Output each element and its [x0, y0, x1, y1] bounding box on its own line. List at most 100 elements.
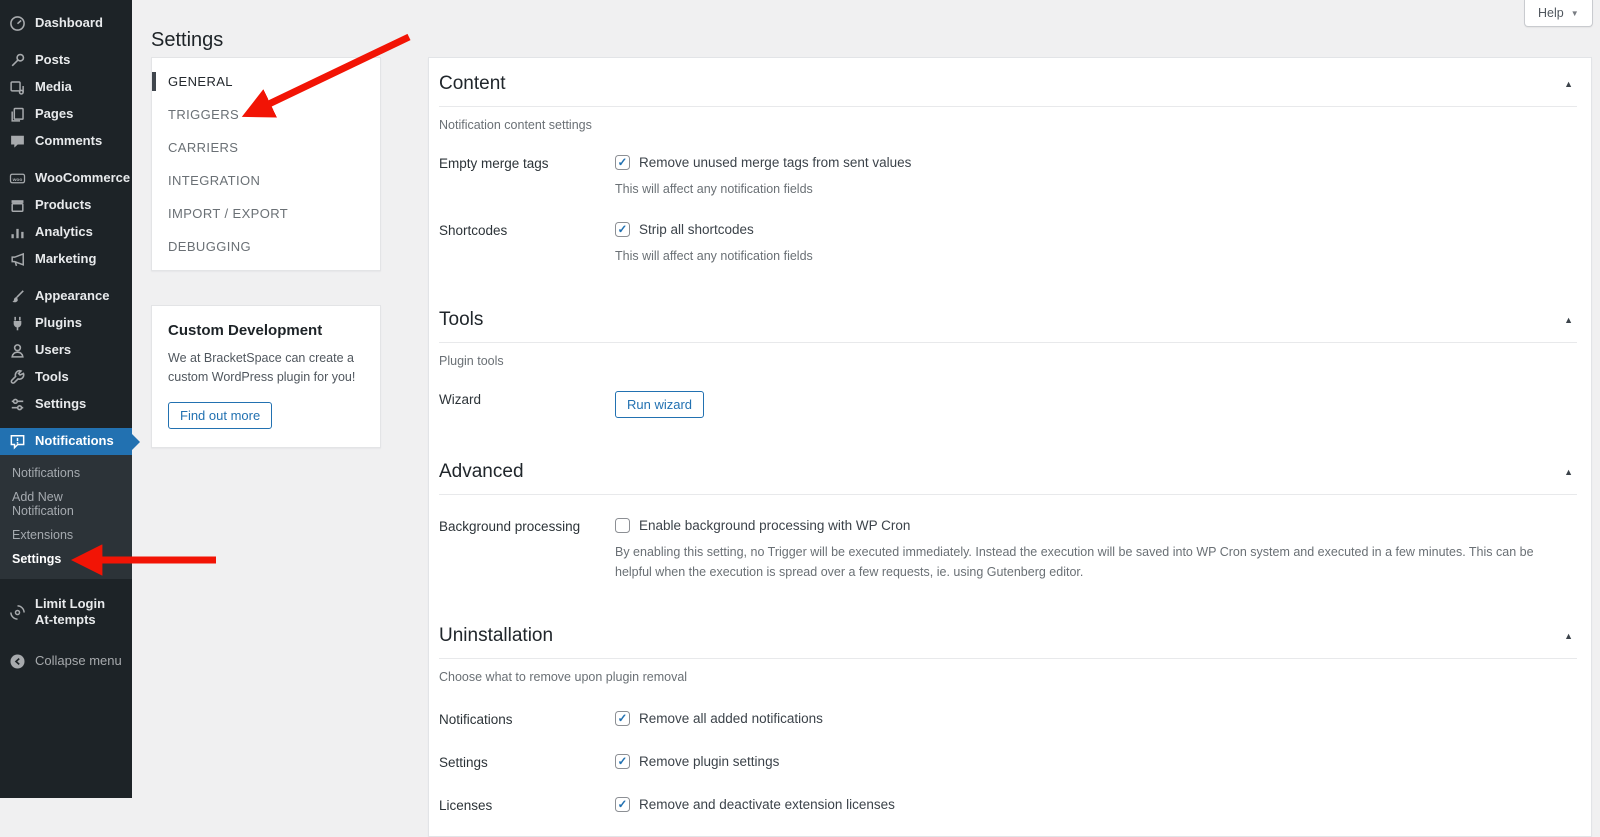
tab-carriers[interactable]: CARRIERS	[152, 131, 380, 164]
tab-debugging[interactable]: DEBUGGING	[152, 230, 380, 263]
svg-text:woo: woo	[12, 178, 23, 183]
sidebar-item-pages[interactable]: Pages	[0, 101, 132, 128]
section-header: Content ▲	[439, 58, 1577, 107]
setting-label: Empty merge tags	[439, 156, 549, 171]
brush-icon	[9, 288, 26, 305]
find-out-more-button[interactable]: Find out more	[168, 401, 273, 429]
submenu-item-extensions[interactable]: Extensions	[0, 523, 132, 547]
tab-import-export[interactable]: IMPORT / EXPORT	[152, 197, 380, 230]
setting-label: Notifications	[439, 712, 513, 727]
promo-title: Custom Development	[168, 322, 323, 339]
sidebar-item-label: Media	[35, 79, 72, 95]
sidebar-item-label: Dashboard	[35, 15, 103, 31]
setting-row-licenses: Licenses Remove and deactivate extension…	[439, 797, 1577, 813]
setting-label: Wizard	[439, 392, 482, 407]
collapse-menu-button[interactable]: Collapse menu	[0, 648, 132, 675]
checkbox-row: Enable background processing with WP Cro…	[615, 518, 1540, 533]
page-title: Settings	[151, 29, 224, 52]
collapse-arrow-icon	[9, 653, 26, 670]
promo-body: We at BracketSpace can create a custom W…	[168, 351, 356, 385]
sidebar-item-label: Analytics	[35, 224, 93, 240]
run-wizard-button[interactable]: Run wizard	[615, 391, 705, 418]
collapse-section-icon[interactable]: ▲	[1564, 79, 1575, 89]
sidebar-item-label: Tools	[35, 369, 69, 385]
comment-icon	[9, 133, 26, 150]
setting-row-notifications: Notifications Remove all added notificat…	[439, 711, 1577, 727]
section-subtitle: Choose what to remove upon plugin remova…	[439, 670, 688, 684]
user-icon	[9, 342, 26, 359]
collapse-section-icon[interactable]: ▲	[1564, 467, 1575, 477]
sidebar-item-products[interactable]: Products	[0, 192, 132, 219]
bar-chart-icon	[9, 224, 26, 241]
checkbox-row: Remove all added notifications	[615, 711, 823, 726]
sidebar-item-dashboard[interactable]: Dashboard	[0, 10, 132, 37]
sidebar-item-marketing[interactable]: Marketing	[0, 246, 132, 273]
checkbox[interactable]	[615, 155, 630, 170]
sidebar-item-analytics[interactable]: Analytics	[0, 219, 132, 246]
checkbox-row: Remove unused merge tags from sent value…	[615, 155, 911, 170]
section-header: Tools ▲	[439, 294, 1577, 343]
section-header: Uninstallation ▲	[439, 610, 1577, 659]
custom-development-card: Custom Development We at BracketSpace ca…	[151, 305, 381, 448]
sidebar-item-appearance[interactable]: Appearance	[0, 283, 132, 310]
submenu-item-add-new-notification[interactable]: Add New Notification	[0, 485, 132, 523]
sliders-icon	[9, 396, 26, 413]
checkbox-label: Enable background processing with WP Cro…	[639, 518, 911, 533]
checkbox[interactable]	[615, 518, 630, 533]
sidebar-item-label: Posts	[35, 52, 71, 68]
checkbox-label: Remove plugin settings	[639, 754, 780, 769]
sidebar-item-label: Products	[35, 197, 92, 213]
sidebar-item-tools[interactable]: Tools	[0, 364, 132, 391]
section-subtitle: Notification content settings	[439, 118, 592, 132]
setting-row-settings: Settings Remove plugin settings	[439, 754, 1577, 770]
checkbox[interactable]	[615, 711, 630, 726]
section-title: Content	[439, 73, 506, 94]
section-header: Advanced ▲	[439, 446, 1577, 495]
collapse-section-icon[interactable]: ▲	[1564, 631, 1575, 641]
sidebar-item-comments[interactable]: Comments	[0, 128, 132, 155]
submenu-item-settings[interactable]: Settings	[0, 547, 132, 571]
media-icon	[9, 79, 26, 96]
section-advanced: Advanced ▲ Background processing Enable …	[439, 446, 1577, 582]
sidebar-item-label: Appearance	[35, 288, 110, 304]
checkbox[interactable]	[615, 797, 630, 812]
help-button[interactable]: Help ▼	[1524, 0, 1593, 27]
collapse-section-icon[interactable]: ▲	[1564, 315, 1575, 325]
checkbox[interactable]	[615, 222, 630, 237]
checkbox-label: Remove unused merge tags from sent value…	[639, 155, 912, 170]
setting-label: Shortcodes	[439, 223, 508, 238]
sidebar-item-settings[interactable]: Settings	[0, 391, 132, 418]
sidebar-item-label: WooCommerce	[35, 170, 131, 186]
sidebar-item-limit-login-attempts[interactable]: Limit Login At-tempts	[0, 591, 132, 634]
sidebar-item-label: Marketing	[35, 251, 97, 267]
checkbox-row: Remove and deactivate extension licenses	[615, 797, 895, 812]
checkbox-row: Remove plugin settings	[615, 754, 779, 769]
section-title: Advanced	[439, 461, 524, 482]
sidebar-item-label: Settings	[35, 396, 87, 412]
section-content: Content ▲ Notification content settings …	[439, 58, 1577, 266]
sidebar-item-media[interactable]: Media	[0, 74, 132, 101]
sidebar-item-label: Limit Login At-tempts	[35, 596, 106, 628]
settings-tabs: GENERAL TRIGGERS CARRIERS INTEGRATION IM…	[151, 57, 381, 271]
section-tools: Tools ▲ Plugin tools Wizard Run wizard	[439, 294, 1577, 418]
tab-integration[interactable]: INTEGRATION	[152, 164, 380, 197]
tab-general[interactable]: GENERAL	[152, 65, 380, 98]
sidebar-item-woocommerce[interactable]: woo WooCommerce	[0, 165, 132, 192]
sidebar-item-plugins[interactable]: Plugins	[0, 310, 132, 337]
helper-text: This will affect any notification fields	[615, 249, 813, 263]
checkbox[interactable]	[615, 754, 630, 769]
pin-icon	[9, 52, 26, 69]
sidebar-item-users[interactable]: Users	[0, 337, 132, 364]
submenu-item-notifications[interactable]: Notifications	[0, 461, 132, 485]
help-label: Help	[1538, 6, 1564, 20]
sidebar-item-label: Users	[35, 342, 72, 358]
setting-label: Licenses	[439, 798, 493, 813]
checkbox-row: Strip all shortcodes	[615, 222, 813, 237]
pages-icon	[9, 106, 26, 123]
setting-label: Background processing	[439, 519, 581, 534]
checkbox-label: Remove and deactivate extension licenses	[639, 797, 895, 812]
sidebar-item-notifications[interactable]: Notifications	[0, 428, 132, 455]
sidebar-item-posts[interactable]: Posts	[0, 47, 132, 74]
setting-row-shortcodes: Shortcodes Strip all shortcodes This wil…	[439, 222, 1577, 266]
tab-triggers[interactable]: TRIGGERS	[152, 98, 380, 131]
